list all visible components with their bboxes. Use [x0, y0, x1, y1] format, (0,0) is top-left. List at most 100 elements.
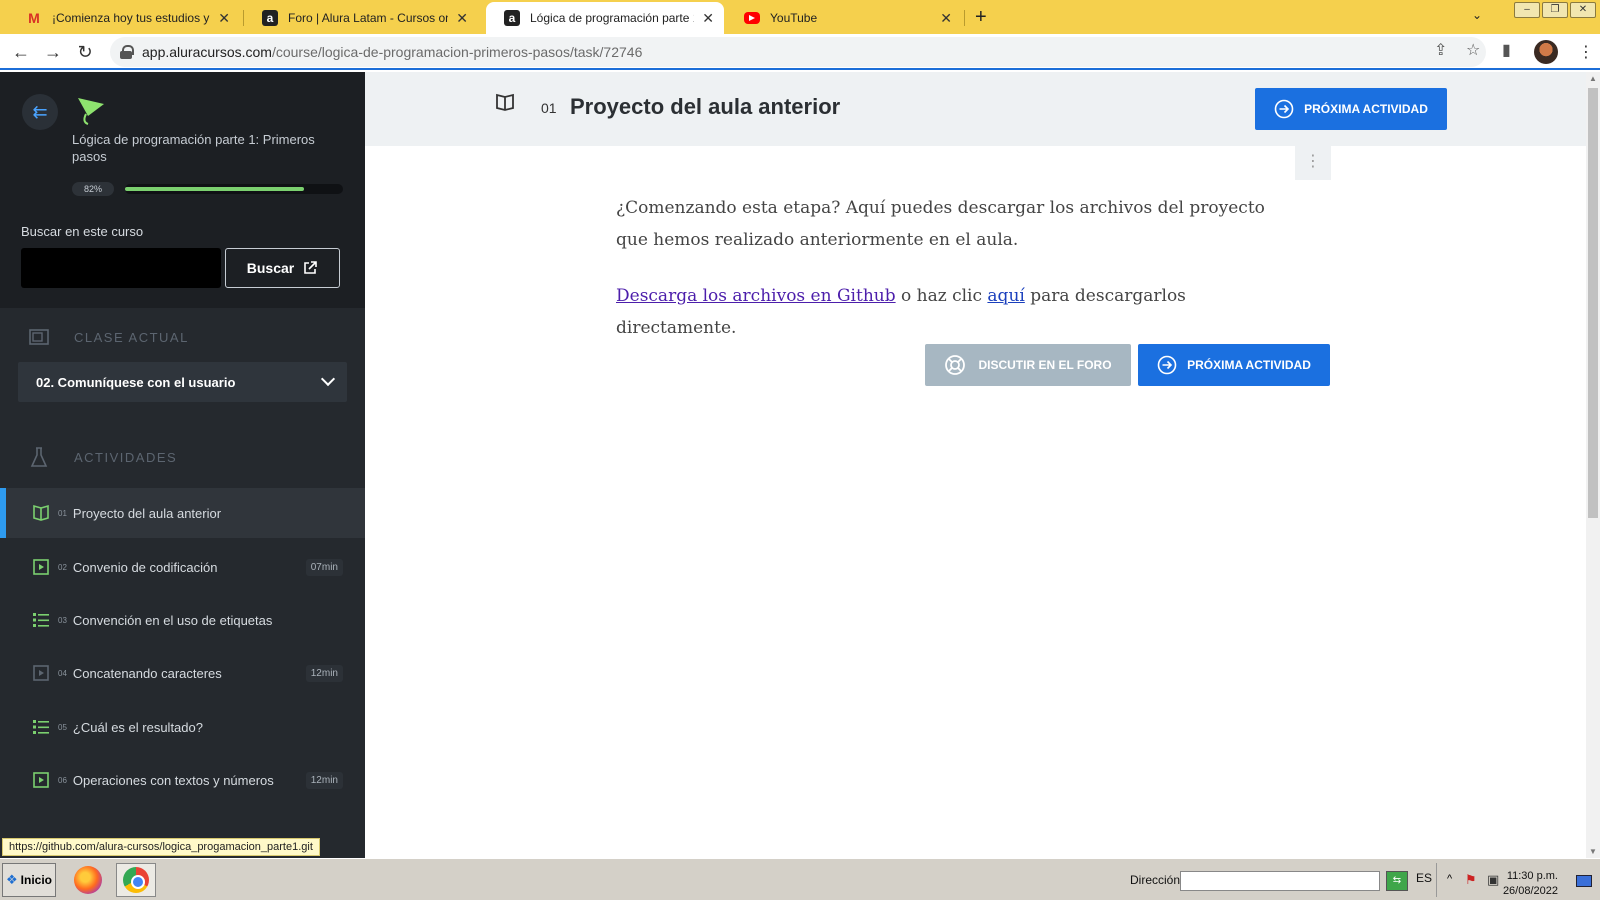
current-class-heading: CLASE ACTUAL: [28, 326, 189, 348]
address-toolbar-input[interactable]: [1180, 871, 1380, 891]
direct-download-link[interactable]: aquí: [987, 286, 1024, 306]
address-bar[interactable]: app.aluracursos.com/course/logica-de-pro…: [110, 37, 1486, 67]
activity-number: 04: [58, 668, 67, 678]
sidebar-header: ⇇ Lógica de programación parte 1: Primer…: [0, 72, 365, 308]
discuss-forum-button[interactable]: DISCUTIR EN EL FORO: [925, 344, 1131, 386]
activity-item-01[interactable]: 01 Proyecto del aula anterior: [0, 488, 365, 538]
page-scrollbar[interactable]: ▲ ▼: [1586, 72, 1600, 858]
bookmark-star-icon[interactable]: ☆: [1466, 40, 1480, 60]
url-host: app.aluracursos.com: [142, 44, 272, 60]
start-button[interactable]: ❖ Inicio: [2, 863, 56, 897]
activity-title: Proyecto del aula anterior: [72, 505, 222, 521]
download-paragraph: Descarga los archivos en Github o haz cl…: [616, 280, 1276, 344]
progress-percent: 82%: [72, 182, 114, 196]
clock[interactable]: 11:30 p.m. 26/08/2022: [1503, 869, 1558, 899]
firefox-taskbar-button[interactable]: [68, 863, 108, 897]
close-tab-icon[interactable]: ✕: [456, 10, 468, 27]
browser-tab-youtube[interactable]: YouTube ✕: [726, 2, 962, 34]
back-arrow-icon[interactable]: ←: [9, 40, 33, 64]
course-name[interactable]: Lógica de programación parte 1: Primeros…: [72, 131, 332, 165]
next-activity-label: PRÓXIMA ACTIVIDAD: [1304, 102, 1428, 116]
url-path: /course/logica-de-programacion-primeros-…: [271, 44, 643, 60]
browser-tab-current[interactable]: a Lógica de programación parte 1: Prim ✕: [486, 2, 724, 34]
scroll-down-icon[interactable]: ▼: [1589, 847, 1597, 856]
close-tab-icon[interactable]: ✕: [218, 10, 230, 27]
next-activity-button-top[interactable]: PRÓXIMA ACTIVIDAD: [1255, 88, 1447, 130]
book-icon: [32, 504, 50, 522]
list-icon: [32, 718, 50, 736]
activity-item-02[interactable]: 02 Convenio de codificación 07min: [0, 542, 365, 592]
download-text-middle: o haz clic: [895, 286, 988, 306]
course-logo-icon: [78, 98, 104, 125]
browser-tab-foro[interactable]: a Foro | Alura Latam - Cursos online de …: [244, 2, 478, 34]
lock-icon[interactable]: [120, 45, 134, 59]
alura-icon: a: [262, 10, 278, 26]
alura-icon: a: [504, 10, 520, 26]
search-button[interactable]: Buscar: [225, 248, 340, 288]
lifebuoy-icon: [945, 355, 966, 375]
tab-title: Lógica de programación parte 1: Prim: [530, 11, 694, 25]
intro-paragraph: ¿Comenzando esta etapa? Aquí puedes desc…: [616, 198, 1265, 250]
clock-time: 11:30 p.m.: [1506, 870, 1558, 882]
course-search-input[interactable]: [21, 248, 221, 288]
chrome-taskbar-button[interactable]: [116, 863, 156, 897]
browser-tab-gmail[interactable]: M ¡Comienza hoy tus estudios y no pie ✕: [8, 2, 240, 34]
new-tab-button[interactable]: +: [975, 6, 987, 29]
scrollbar-thumb[interactable]: [1588, 88, 1598, 518]
activity-number: 02: [58, 562, 67, 572]
progress-bar-fill: [125, 187, 304, 191]
activities-heading-label: ACTIVIDADES: [74, 449, 178, 465]
minimize-button[interactable]: –: [1514, 2, 1540, 18]
language-indicator[interactable]: ES: [1416, 871, 1432, 885]
forward-arrow-icon[interactable]: →: [41, 40, 65, 64]
start-label: Inicio: [20, 873, 52, 887]
video-icon: [32, 771, 50, 789]
activity-number: 01: [58, 508, 67, 518]
activity-number: 05: [58, 722, 67, 732]
windows-logo-icon: ❖: [6, 872, 18, 887]
profile-avatar[interactable]: [1534, 40, 1558, 64]
share-icon[interactable]: ⇪: [1434, 40, 1447, 60]
github-download-link[interactable]: Descarga los archivos en Github: [616, 286, 896, 306]
show-desktop-icon[interactable]: [1576, 875, 1592, 887]
os-taskbar: ❖ Inicio Dirección ⇆ ES ^ ⚑ ▣ 11:30 p.m.…: [0, 858, 1600, 900]
tray-expand-icon[interactable]: ^: [1447, 873, 1452, 885]
scroll-up-icon[interactable]: ▲: [1589, 74, 1597, 83]
task-content: 01 Proyecto del aula anterior PRÓXIMA AC…: [365, 72, 1586, 858]
restore-button[interactable]: ❐: [1542, 2, 1568, 18]
next-activity-button[interactable]: PRÓXIMA ACTIVIDAD: [1138, 344, 1330, 386]
security-alert-icon[interactable]: ⚑: [1465, 872, 1477, 888]
activity-item-06[interactable]: 06 Operaciones con textos y números 12mi…: [0, 755, 365, 805]
current-class-dropdown[interactable]: 02. Comuníquese con el usuario: [18, 362, 347, 402]
more-options-icon[interactable]: ⋮: [1295, 146, 1331, 180]
screen-icon: [28, 326, 50, 348]
video-icon: [32, 664, 50, 682]
browser-menu-icon[interactable]: ⋮: [1578, 42, 1594, 62]
youtube-icon: [744, 12, 760, 24]
activity-item-04[interactable]: 04 Concatenando caracteres 12min: [0, 648, 365, 698]
close-tab-icon[interactable]: ✕: [940, 10, 952, 27]
window-controls: – ❐ ✕: [1514, 2, 1596, 18]
tab-search-chevron-icon[interactable]: ⌄: [1472, 8, 1482, 22]
activity-item-03[interactable]: 03 Convención en el uso de etiquetas: [0, 595, 365, 645]
side-panel-icon[interactable]: ▮: [1502, 40, 1511, 60]
task-header: 01 Proyecto del aula anterior PRÓXIMA AC…: [365, 72, 1586, 146]
flask-icon: [28, 446, 50, 468]
activity-item-05[interactable]: 05 ¿Cuál es el resultado?: [0, 702, 365, 752]
close-tab-icon[interactable]: ✕: [702, 10, 714, 27]
tab-separator: [964, 10, 965, 26]
chevron-down-icon: [320, 371, 336, 387]
activity-duration: 12min: [305, 771, 343, 789]
reload-icon[interactable]: ↻: [73, 40, 97, 64]
search-button-label: Buscar: [246, 260, 295, 276]
go-arrow-icon[interactable]: ⇆: [1386, 871, 1408, 891]
activity-title: Operaciones con textos y números: [72, 772, 274, 788]
tab-title: ¡Comienza hoy tus estudios y no pie: [52, 11, 210, 25]
network-icon[interactable]: ▣: [1487, 872, 1499, 888]
activity-title: ¿Cuál es el resultado?: [72, 719, 203, 735]
progress-bar: [125, 184, 343, 194]
browser-toolbar: ← → ↻ app.aluracursos.com/course/logica-…: [0, 34, 1600, 70]
arrow-circle-right-icon: [1157, 355, 1177, 375]
back-to-course-icon[interactable]: ⇇: [22, 94, 58, 130]
close-window-button[interactable]: ✕: [1570, 2, 1596, 18]
